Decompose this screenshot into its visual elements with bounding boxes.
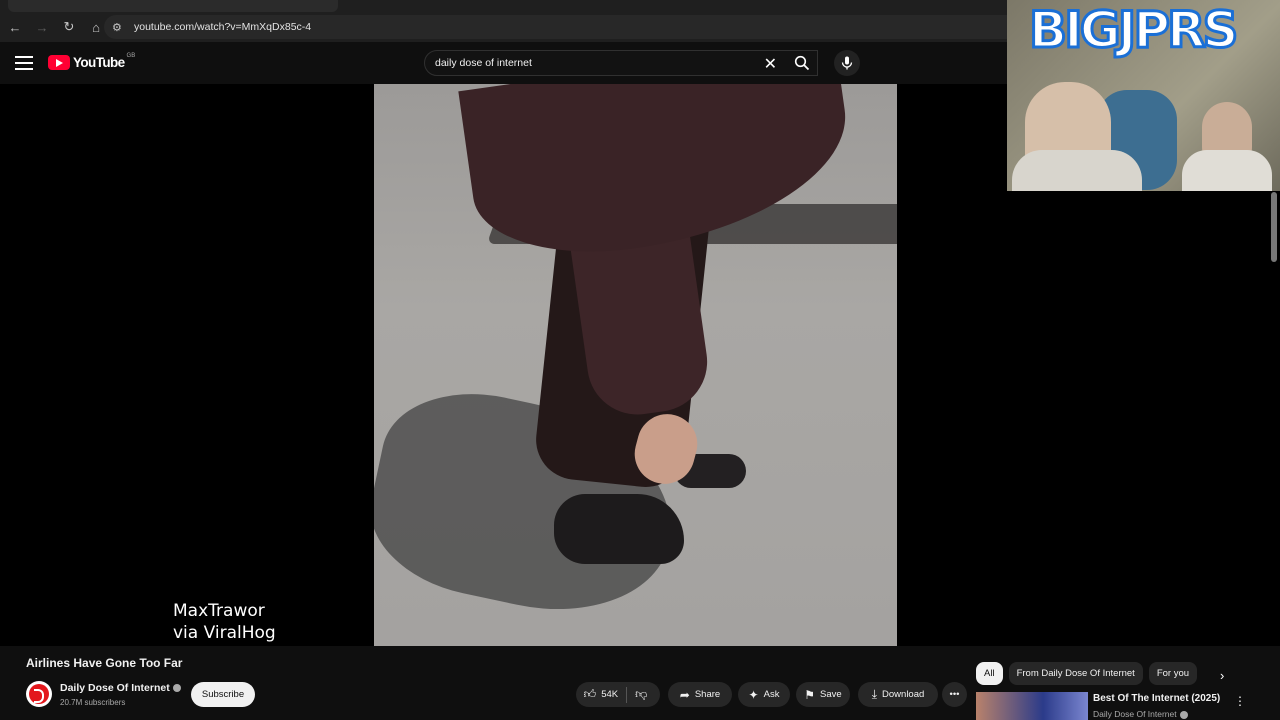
chevron-right-icon[interactable]: › [1220, 668, 1224, 683]
logo-wordmark: YouTube [73, 55, 125, 70]
reload-icon[interactable]: ↻ [57, 15, 81, 39]
subscribe-button[interactable]: Subscribe [191, 682, 255, 707]
thumbs-down-icon[interactable]: 👎︎ [635, 687, 647, 702]
like-separator [626, 686, 628, 703]
chip-all[interactable]: All [976, 662, 1003, 685]
chip-for-you[interactable]: For you [1148, 662, 1198, 685]
chip-from-channel[interactable]: From Daily Dose Of Internet [1008, 662, 1143, 685]
recommendation-thumbnail[interactable] [976, 692, 1088, 720]
menu-icon[interactable] [15, 56, 33, 70]
like-dislike-group: 👍︎ 54K 👎︎ [576, 682, 660, 707]
youtube-play-icon [48, 55, 70, 70]
webcam-overlay: BIGJPRS [1007, 0, 1280, 191]
video-title: Airlines Have Gone Too Far [26, 656, 183, 670]
stream-banner: BIGJPRS [1028, 0, 1241, 61]
channel-avatar[interactable] [26, 681, 52, 707]
bookmark-icon: ⚑ [804, 687, 816, 702]
channel-name[interactable]: Daily Dose Of Internet [60, 682, 181, 694]
more-actions-button[interactable]: ••• [942, 682, 967, 707]
search-input[interactable]: daily dose of internet ✕ [424, 50, 818, 76]
search-query: daily dose of internet [435, 57, 532, 69]
watermark-line-1: MaxTrawor [173, 601, 265, 621]
country-code: GB [126, 52, 136, 59]
verified-icon [1179, 710, 1188, 719]
save-button[interactable]: ⚑ Save [796, 682, 850, 707]
verified-icon [172, 684, 181, 693]
thumbs-up-icon[interactable]: 👍︎ [584, 687, 597, 702]
watermark-line-2: via ViralHog [173, 623, 276, 643]
share-label: Share [694, 689, 721, 700]
channel-name-text[interactable]: Daily Dose Of Internet [60, 682, 170, 694]
recommendation-title[interactable]: Best Of The Internet (2025) [1093, 693, 1220, 704]
filter-chips: All From Daily Dose Of Internet For you [976, 662, 1203, 686]
download-icon: ⤓ [871, 687, 878, 701]
share-button[interactable]: ➦ Share [668, 682, 732, 707]
clear-search-icon[interactable]: ✕ [764, 54, 777, 74]
recommendation-channel-text[interactable]: Daily Dose Of Internet [1093, 709, 1177, 719]
download-button[interactable]: ⤓ Download [858, 682, 938, 707]
browser-tab[interactable] [8, 0, 338, 12]
video-watermark: MaxTrawor via ViralHog [173, 600, 276, 644]
like-count[interactable]: 54K [601, 689, 618, 700]
channel-logo-icon [29, 684, 49, 704]
forward-arrow-icon[interactable]: → [30, 15, 54, 39]
site-info-icon[interactable]: ⚙ [112, 21, 128, 34]
ask-button[interactable]: ✦ Ask [738, 682, 790, 707]
video-figure-shoe [554, 494, 684, 564]
search-button[interactable] [784, 50, 820, 76]
kebab-menu-icon[interactable]: ⋮ [1234, 694, 1246, 708]
voice-search-button[interactable] [834, 50, 860, 76]
subscriber-count: 20.7M subscribers [60, 698, 126, 707]
microphone-icon [841, 56, 853, 70]
download-label: Download [882, 689, 925, 700]
page-scrollbar[interactable] [1271, 192, 1277, 262]
ask-label: Ask [763, 689, 780, 700]
search-icon [794, 55, 810, 71]
streamer-1-shirt [1012, 150, 1142, 191]
back-arrow-icon[interactable]: ← [3, 15, 27, 39]
save-label: Save [820, 689, 842, 700]
streamer-2-shirt [1182, 150, 1272, 191]
recommendation-channel[interactable]: Daily Dose Of Internet [1093, 709, 1188, 719]
share-icon: ➦ [679, 687, 690, 702]
youtube-logo[interactable]: YouTube GB [48, 52, 136, 70]
video-frame[interactable] [374, 84, 897, 646]
sparkle-icon: ✦ [748, 687, 759, 702]
url-text: youtube.com/watch?v=MmXqDx85c-4 [134, 21, 312, 33]
